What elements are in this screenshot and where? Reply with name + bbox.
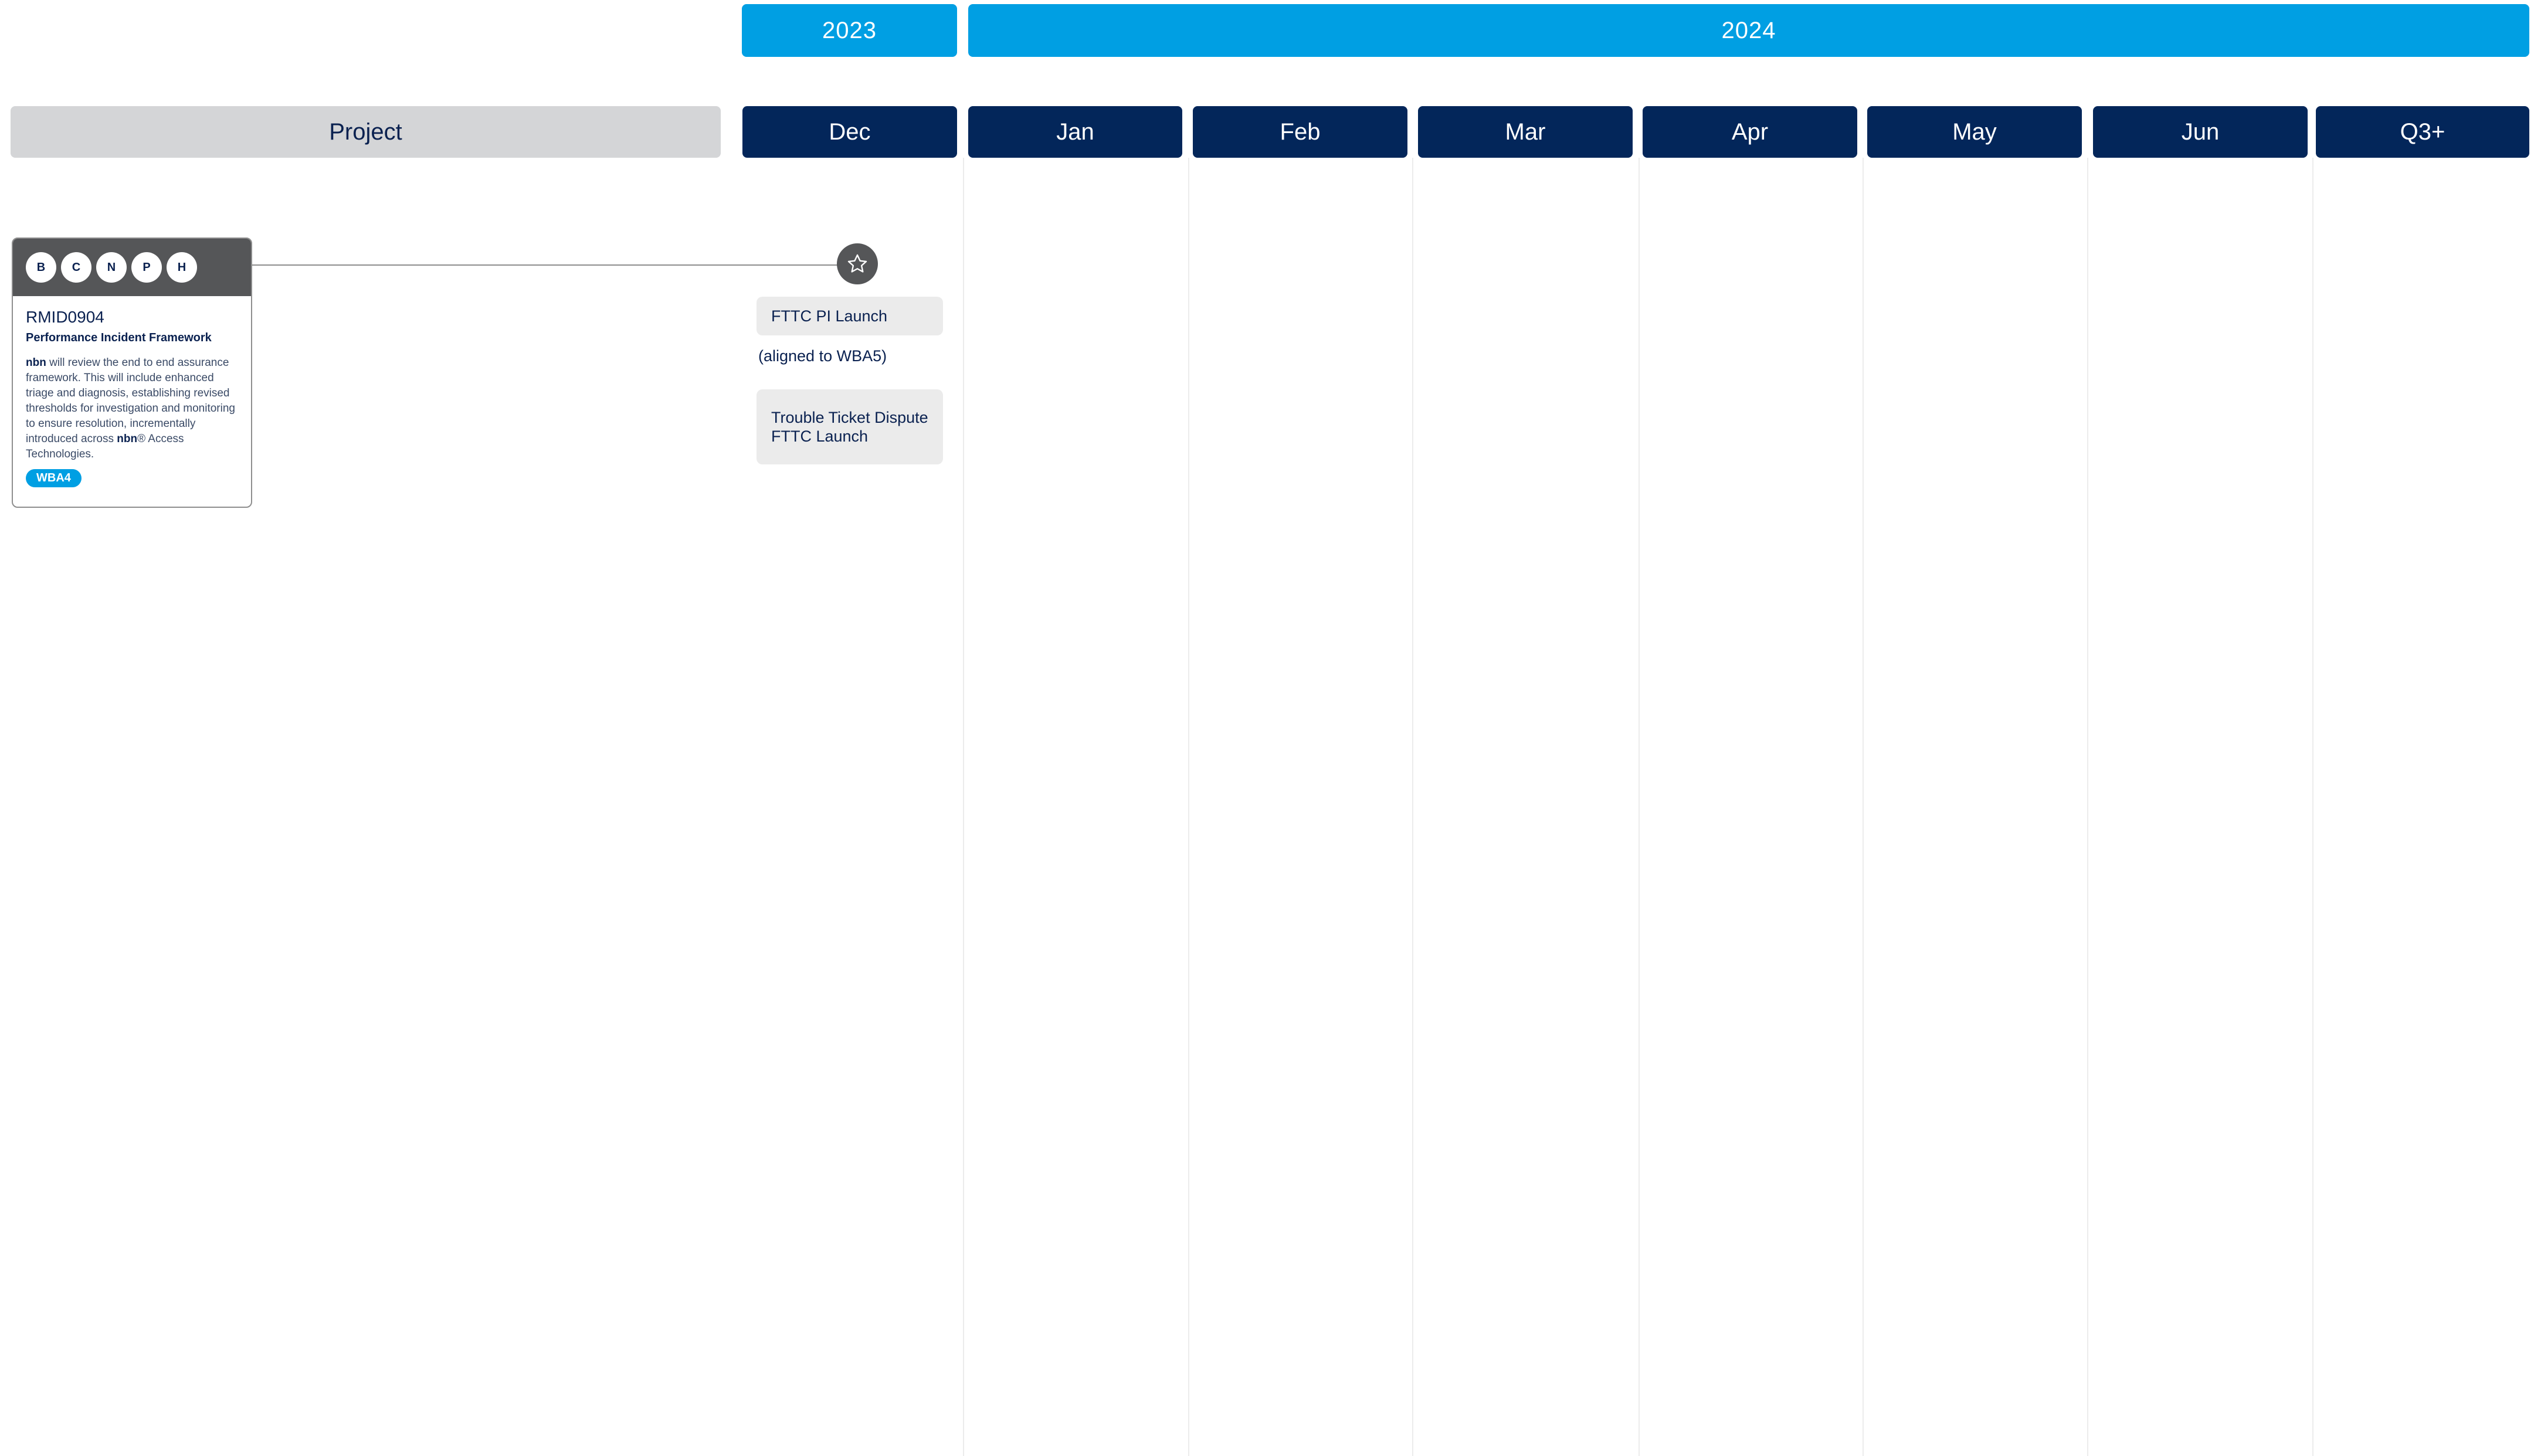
column-divider <box>2087 158 2088 1456</box>
project-id: RMID0904 <box>26 308 104 326</box>
project-title: Performance Incident Framework <box>26 331 212 344</box>
month-header-jun: Jun <box>2093 106 2308 158</box>
project-description: nbn will review the end to end assurance… <box>26 355 238 462</box>
month-header-dec: Dec <box>742 106 957 158</box>
badge-h: H <box>167 252 197 283</box>
milestone-item-fttc-pi-launch: FTTC PI Launch <box>757 297 943 335</box>
brand-nbn: nbn <box>26 357 46 369</box>
month-header-jan: Jan <box>968 106 1182 158</box>
milestone-marker[interactable] <box>837 243 878 284</box>
star-icon <box>847 254 867 273</box>
month-header-q3plus: Q3+ <box>2316 106 2529 158</box>
project-card-header: B C N P H <box>13 239 251 296</box>
month-header-mar: Mar <box>1418 106 1633 158</box>
column-divider <box>1863 158 1864 1456</box>
brand-nbn: nbn <box>117 433 138 445</box>
column-divider <box>1639 158 1640 1456</box>
milestone-note: (aligned to WBA5) <box>758 347 887 365</box>
column-divider <box>1188 158 1189 1456</box>
milestone-item-trouble-ticket: Trouble Ticket Dispute FTTC Launch <box>757 389 943 464</box>
project-card[interactable]: B C N P H RMID0904 Performance Incident … <box>12 237 252 508</box>
column-divider <box>963 158 964 1456</box>
project-column-header: Project <box>11 106 721 158</box>
year-2024-header: 2024 <box>968 4 2529 57</box>
column-divider <box>1412 158 1413 1456</box>
description-text: will review the end to end assurance fra… <box>26 357 235 445</box>
column-divider <box>2312 158 2313 1456</box>
month-header-apr: Apr <box>1643 106 1857 158</box>
badge-c: C <box>61 252 91 283</box>
badge-b: B <box>26 252 56 283</box>
badge-p: P <box>131 252 162 283</box>
badge-n: N <box>96 252 127 283</box>
year-2023-header: 2023 <box>742 4 957 57</box>
month-header-feb: Feb <box>1193 106 1407 158</box>
month-header-may: May <box>1867 106 2082 158</box>
wba-tag: WBA4 <box>26 469 82 487</box>
timeline-connector <box>252 264 839 266</box>
